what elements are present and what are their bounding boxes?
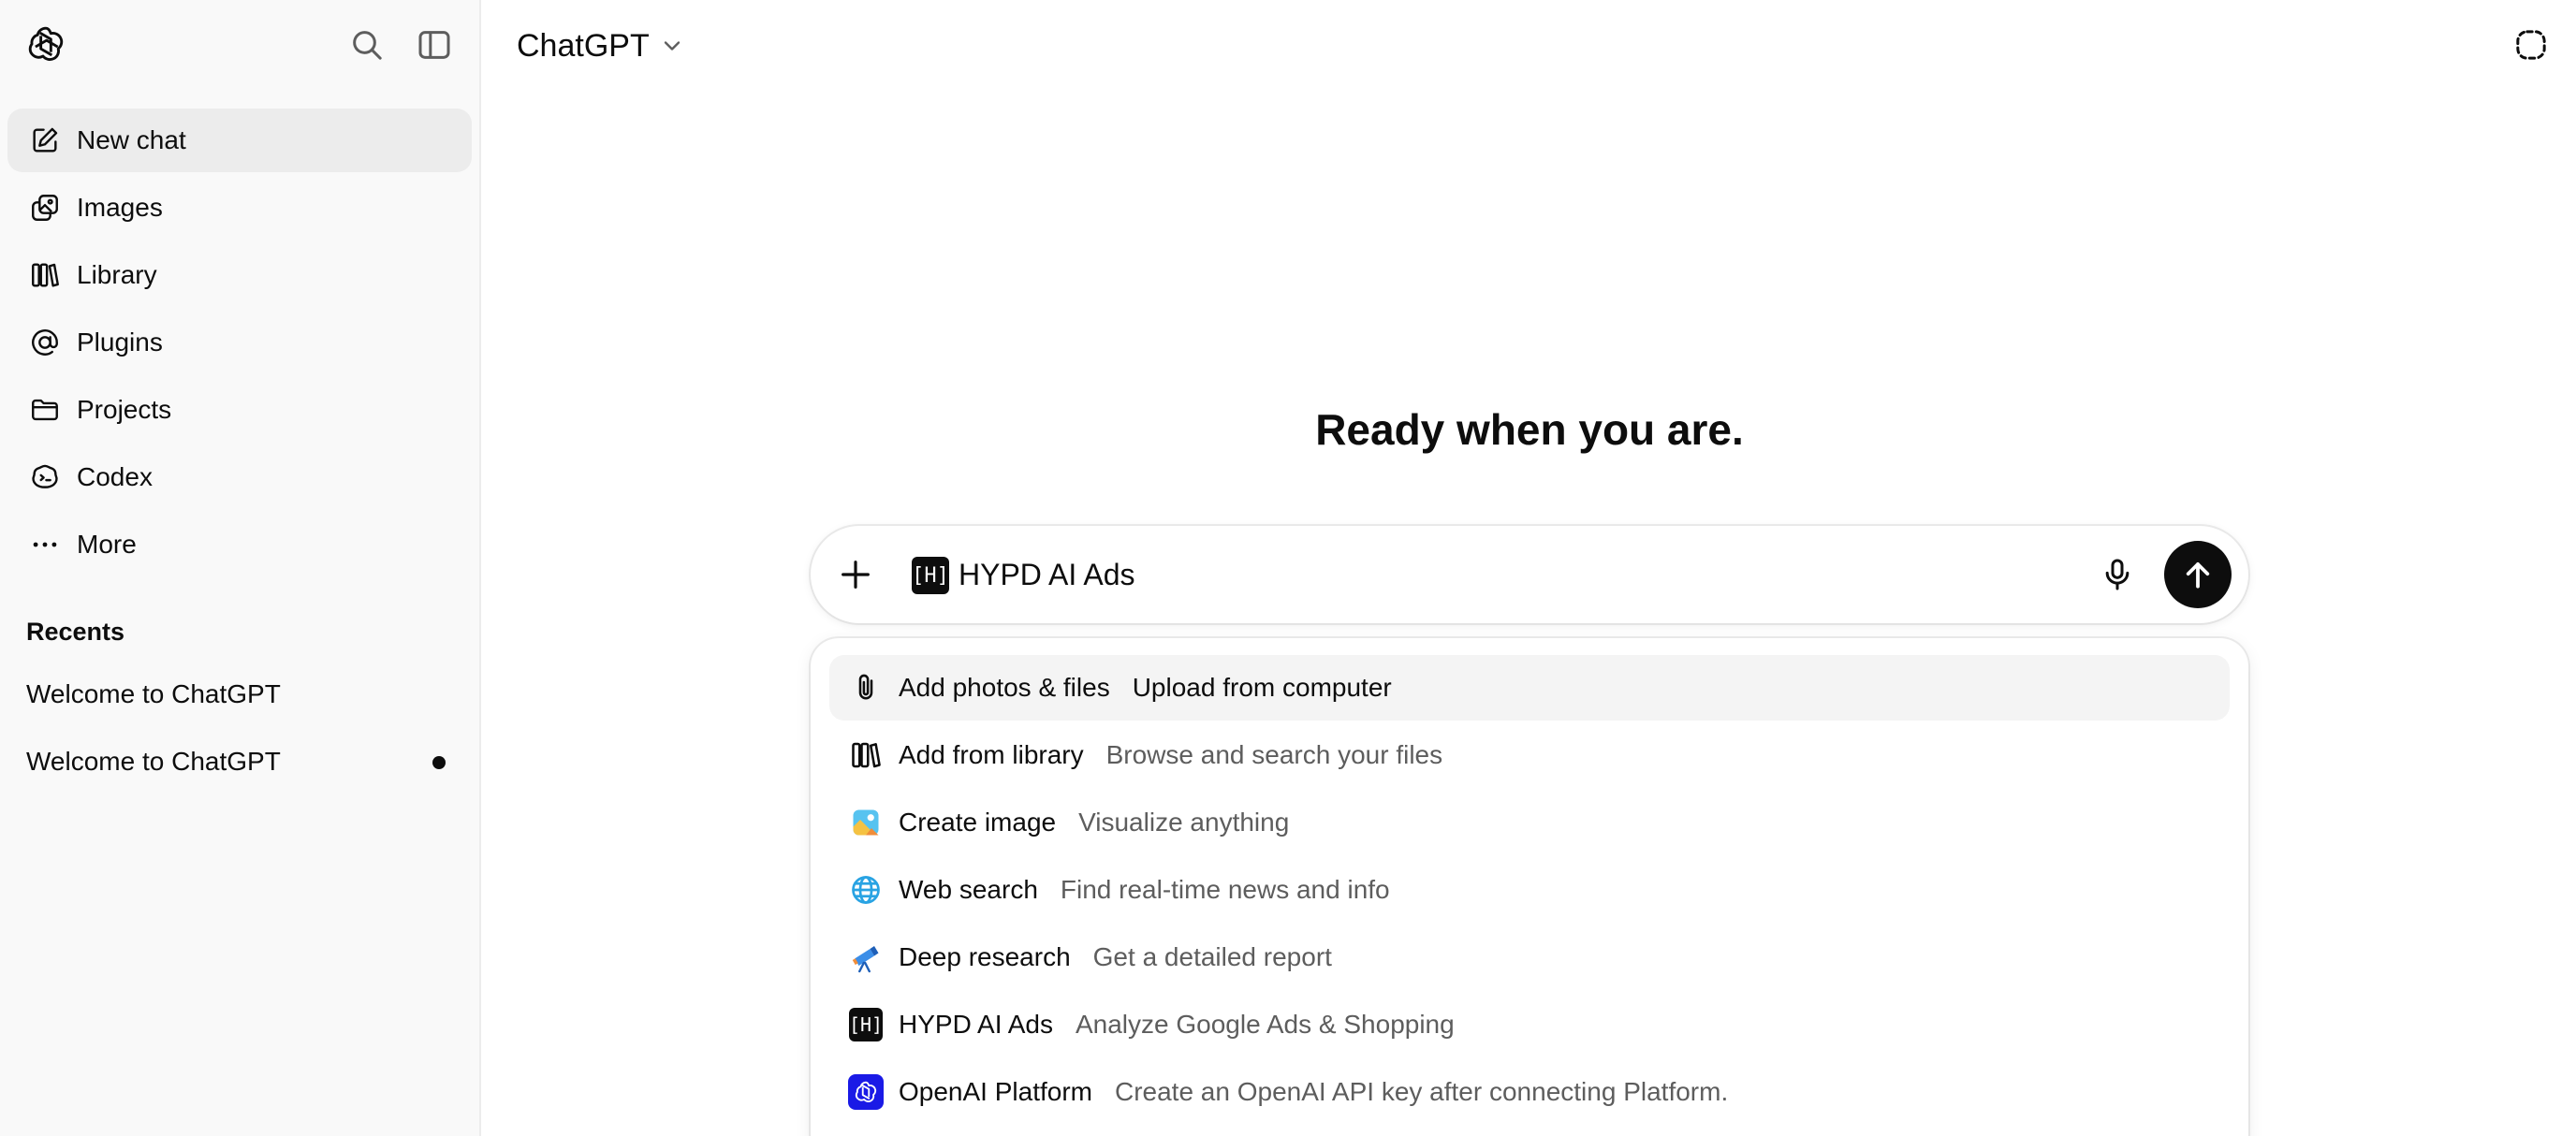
recent-chat-label: Welcome to ChatGPT — [26, 747, 281, 776]
mic-icon[interactable] — [2099, 556, 2136, 593]
folder-icon — [28, 393, 62, 427]
openai-logo-icon[interactable] — [24, 22, 67, 66]
menu-item-description: Find real-time news and info — [1060, 875, 1390, 904]
edit-icon — [28, 124, 62, 157]
library-icon — [848, 737, 884, 773]
sidebar-nav: New chat Images Library Plugins Projects… — [7, 109, 472, 580]
menu-item-label: HYPD AI Ads — [899, 1010, 1053, 1039]
globe-icon — [848, 872, 884, 908]
menu-item-hypd-ai-ads[interactable]: [H] HYPD AI Ads Analyze Google Ads & Sho… — [829, 992, 2230, 1057]
sidebar-item-plugins[interactable]: Plugins — [7, 311, 472, 374]
paperclip-icon — [848, 670, 884, 706]
sidebar-item-label: Images — [77, 193, 163, 222]
page-title: Ready when you are. — [1315, 405, 1744, 454]
unread-dot-icon — [432, 756, 446, 769]
sidebar-item-projects[interactable]: Projects — [7, 378, 472, 442]
hypd-icon-glyph: [H] — [849, 1008, 883, 1041]
menu-item-web-search[interactable]: Web search Find real-time news and info — [829, 857, 2230, 923]
main-area: ChatGPT Ready when you are. [H] HYPD AI … — [483, 0, 2576, 1136]
sidebar-item-label: Plugins — [77, 328, 163, 357]
model-label: ChatGPT — [517, 27, 650, 64]
arrow-up-icon — [2186, 562, 2210, 589]
menu-item-description: Get a detailed report — [1092, 942, 1332, 971]
codex-icon — [28, 460, 62, 494]
model-picker[interactable]: ChatGPT — [517, 22, 685, 69]
sidebar-toggle-icon[interactable] — [416, 26, 453, 64]
hypd-icon: [H] — [848, 1007, 884, 1042]
sidebar-item-label: Codex — [77, 462, 153, 491]
recents-list: Welcome to ChatGPT Welcome to ChatGPT — [7, 663, 472, 797]
more-icon — [28, 528, 62, 561]
tools-menu: Add photos & files Upload from computer … — [811, 638, 2248, 1136]
menu-item-label: Add photos & files — [899, 673, 1110, 702]
menu-item-openai-platform[interactable]: OpenAI Platform Create an OpenAI API key… — [829, 1059, 2230, 1125]
sidebar-item-label: Library — [77, 260, 157, 289]
menu-item-description: Create an OpenAI API key after connectin… — [1114, 1077, 1729, 1106]
chat-composer[interactable]: [H] HYPD AI Ads — [811, 526, 2248, 623]
chevron-down-icon — [664, 41, 680, 51]
at-icon — [28, 326, 62, 359]
hypd-chip-icon: [H] — [912, 557, 949, 594]
sidebar-header — [0, 0, 481, 90]
recent-chat-item[interactable]: Welcome to ChatGPT — [7, 663, 472, 726]
temporary-chat-icon[interactable] — [2512, 26, 2550, 64]
recent-chat-label: Welcome to ChatGPT — [26, 679, 281, 708]
sidebar-item-codex[interactable]: Codex — [7, 445, 472, 509]
menu-item-create-image[interactable]: Create image Visualize anything — [829, 790, 2230, 855]
menu-item-add-from-library[interactable]: Add from library Browse and search your … — [829, 722, 2230, 788]
sidebar-item-more[interactable]: More — [7, 513, 472, 576]
image-create-icon — [848, 805, 884, 840]
composer-input-value[interactable]: HYPD AI Ads — [959, 558, 1135, 592]
menu-item-label: OpenAI Platform — [899, 1077, 1092, 1106]
sidebar-item-label: More — [77, 530, 137, 559]
tools-menu-list: Add photos & files Upload from computer … — [829, 655, 2230, 1127]
openai-platform-icon — [848, 1074, 884, 1110]
menu-item-label: Web search — [899, 875, 1038, 904]
menu-item-description: Visualize anything — [1078, 808, 1290, 837]
telescope-icon — [848, 939, 884, 975]
sidebar-item-label: New chat — [77, 125, 186, 154]
plus-icon[interactable] — [837, 556, 874, 593]
search-icon[interactable] — [348, 26, 386, 64]
sidebar-item-images[interactable]: Images — [7, 176, 472, 240]
sidebar: New chat Images Library Plugins Projects… — [0, 0, 481, 1136]
menu-item-add-photos[interactable]: Add photos & files Upload from computer — [829, 655, 2230, 721]
menu-item-description: Upload from computer — [1132, 673, 1392, 702]
send-button[interactable] — [2164, 541, 2232, 608]
menu-item-label: Deep research — [899, 942, 1071, 971]
menu-item-label: Add from library — [899, 740, 1084, 769]
menu-item-description: Analyze Google Ads & Shopping — [1075, 1010, 1455, 1039]
library-icon — [28, 258, 62, 292]
recents-heading: Recents — [26, 618, 125, 646]
recent-chat-item[interactable]: Welcome to ChatGPT — [7, 730, 472, 794]
sidebar-item-label: Projects — [77, 395, 172, 424]
sidebar-item-library[interactable]: Library — [7, 243, 472, 307]
sidebar-item-new-chat[interactable]: New chat — [7, 109, 472, 172]
menu-item-description: Browse and search your files — [1105, 740, 1443, 769]
menu-item-deep-research[interactable]: Deep research Get a detailed report — [829, 925, 2230, 990]
images-icon — [28, 191, 62, 225]
menu-item-label: Create image — [899, 808, 1057, 837]
